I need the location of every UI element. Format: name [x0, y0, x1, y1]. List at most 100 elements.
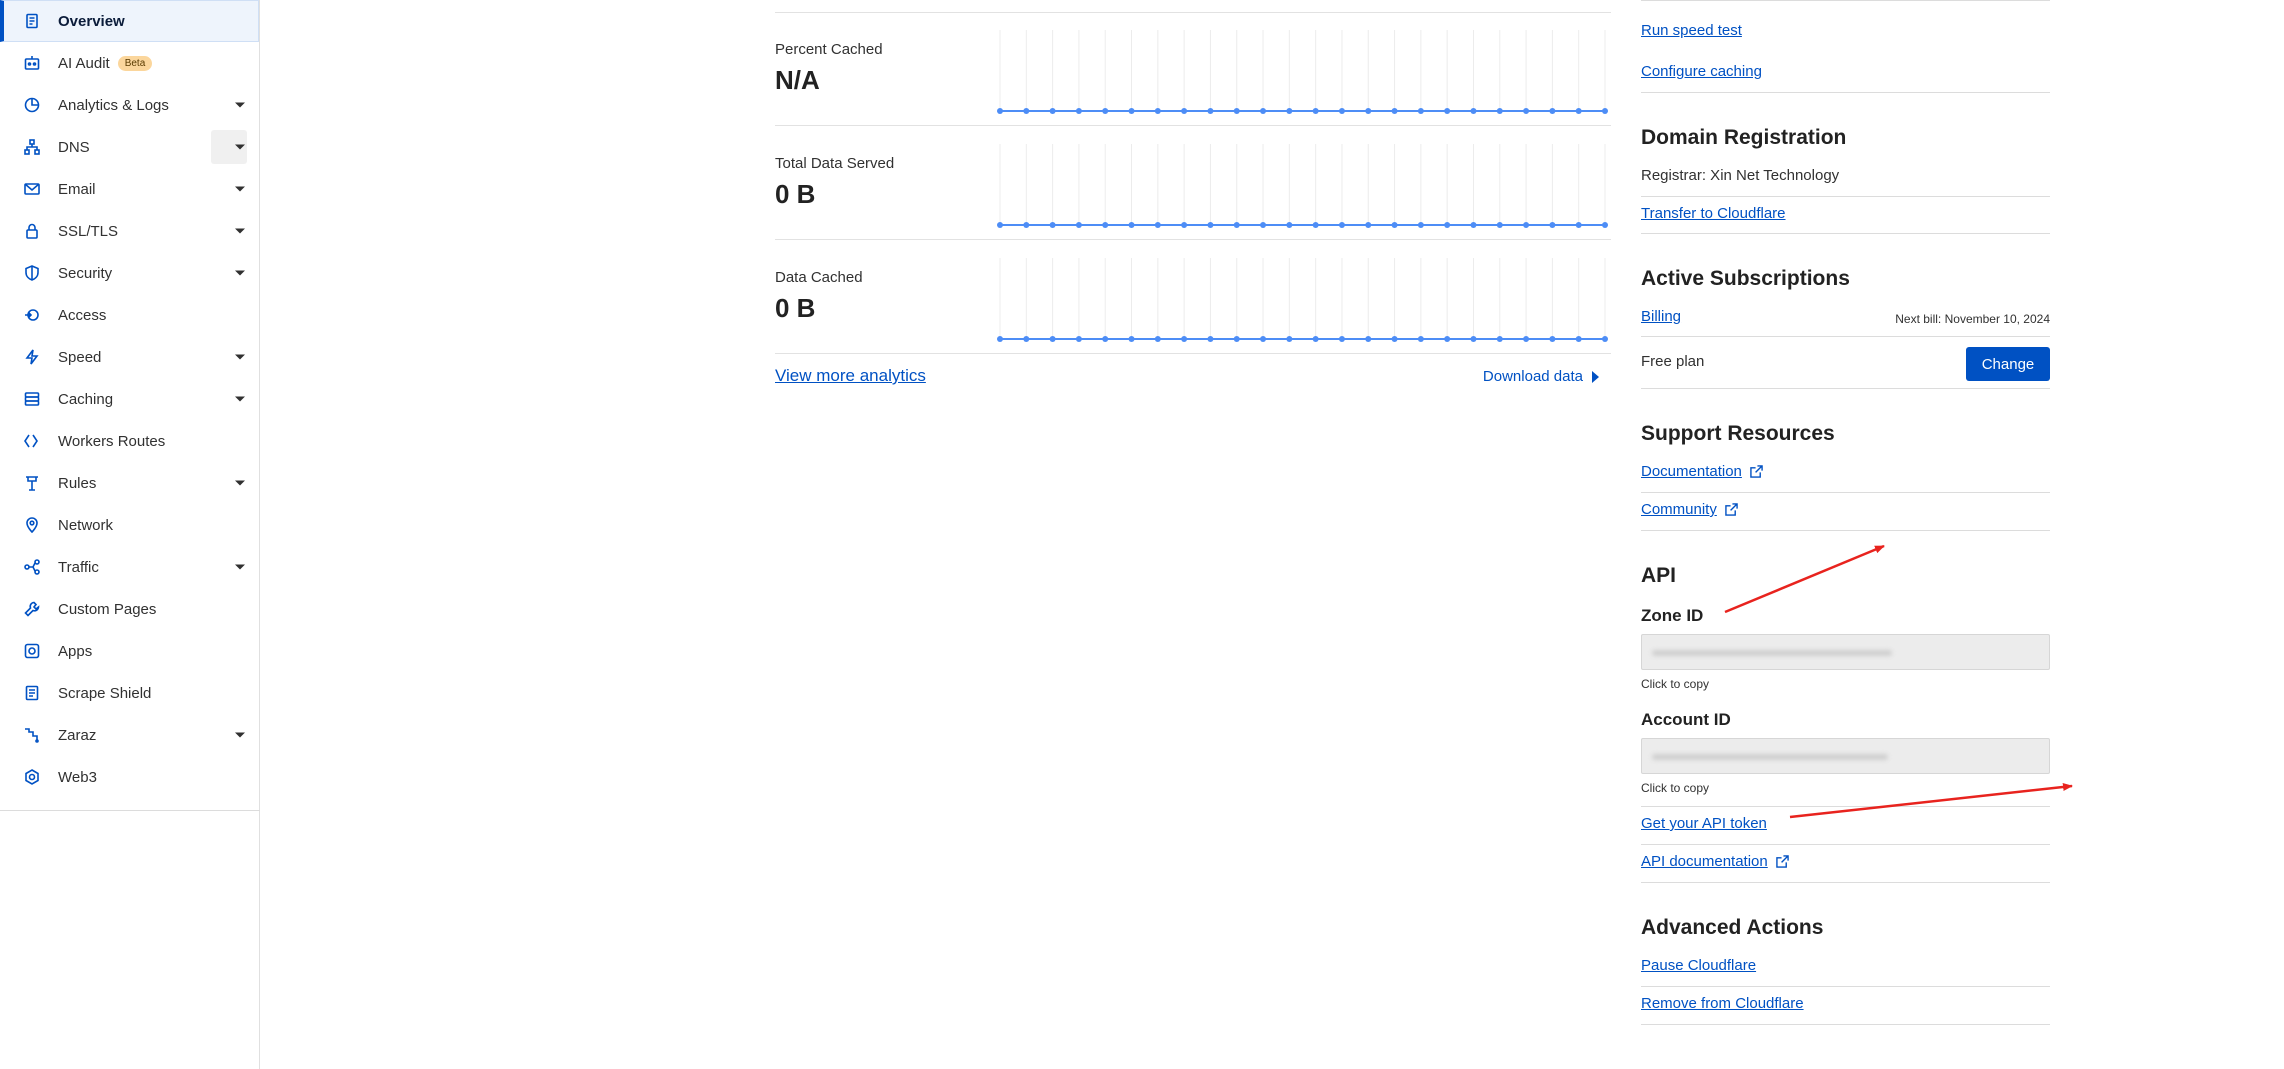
ai-audit-icon [24, 55, 40, 71]
data-point [1023, 108, 1030, 114]
shield-icon [24, 265, 40, 281]
workers-icon [24, 433, 40, 449]
data-point [1575, 108, 1582, 114]
data-point [1023, 336, 1030, 342]
chevron-down-icon[interactable] [235, 732, 245, 738]
sidebar-item-workers-routes[interactable]: Workers Routes [0, 420, 259, 462]
account-id-field[interactable] [1641, 738, 2050, 774]
chevron-down-icon[interactable] [235, 270, 245, 276]
redacted-value [1652, 754, 1888, 760]
billing-link[interactable]: Billing [1641, 308, 1681, 325]
configure-caching-link[interactable]: Configure caching [1641, 63, 1762, 80]
data-point [1312, 222, 1319, 228]
data-point [1260, 336, 1267, 342]
sidebar-item-traffic[interactable]: Traffic [0, 546, 259, 588]
data-point [1602, 108, 1608, 114]
wrench-icon [24, 601, 40, 617]
dns-icon [24, 139, 40, 155]
chevron-down-icon[interactable] [235, 480, 245, 486]
sidebar-item-overview[interactable]: Overview [0, 0, 259, 42]
api-documentation-link[interactable]: API documentation [1641, 853, 1789, 870]
data-point [1181, 108, 1188, 114]
run-speed-test-link[interactable]: Run speed test [1641, 22, 1742, 39]
data-point [1602, 222, 1608, 228]
chevron-down-icon[interactable] [235, 354, 245, 360]
change-plan-button[interactable]: Change [1966, 347, 2050, 381]
sidebar-item-security[interactable]: Security [0, 252, 259, 294]
chevron-down-icon[interactable] [235, 396, 245, 402]
sidebar-item-web3[interactable]: Web3 [0, 756, 259, 798]
view-more-analytics-link[interactable]: View more analytics [775, 366, 926, 386]
chevron-down-icon[interactable] [235, 228, 245, 234]
chevron-down-icon[interactable] [235, 102, 245, 108]
sidebar-item-speed[interactable]: Speed [0, 336, 259, 378]
data-point [1233, 108, 1240, 114]
sidebar-item-label: AI Audit [58, 54, 110, 72]
sidebar-item-network[interactable]: Network [0, 504, 259, 546]
sparkline-chart [997, 144, 1608, 228]
annotation-arrow [1789, 783, 2073, 819]
data-point [1286, 108, 1293, 114]
data-point [1128, 108, 1135, 114]
metric-value: N/A [775, 65, 820, 95]
metric-label: Data Cached [775, 269, 863, 286]
documentation-label: Documentation [1641, 463, 1742, 480]
get-api-token-link[interactable]: Get your API token [1641, 815, 1767, 832]
data-point [1523, 222, 1530, 228]
zone-id-label: Zone ID [1641, 606, 1704, 625]
data-point [1549, 222, 1556, 228]
sidebar-item-ssl-tls[interactable]: SSL/TLS [0, 210, 259, 252]
sidebar-item-dns[interactable]: DNS [0, 126, 259, 168]
next-bill-text: Next bill: November 10, 2024 [1895, 312, 2050, 326]
sidebar-item-ai-audit[interactable]: AI Audit Beta [0, 42, 259, 84]
sidebar-item-caching[interactable]: Caching [0, 378, 259, 420]
data-point [1523, 336, 1530, 342]
chevron-down-icon[interactable] [235, 144, 245, 150]
data-point [1470, 108, 1477, 114]
account-id-copy-hint: Click to copy [1641, 781, 1710, 795]
sidebar-item-scrape-shield[interactable]: Scrape Shield [0, 672, 259, 714]
sidebar-item-zaraz[interactable]: Zaraz [0, 714, 259, 756]
sidebar-item-label: Traffic [58, 558, 99, 576]
sidebar-item-rules[interactable]: Rules [0, 462, 259, 504]
sidebar-item-label: Custom Pages [58, 600, 157, 618]
data-point [1470, 222, 1477, 228]
sidebar-item-label: Scrape Shield [58, 684, 152, 702]
pause-cloudflare-link[interactable]: Pause Cloudflare [1641, 957, 1756, 974]
transfer-to-cloudflare-link[interactable]: Transfer to Cloudflare [1641, 205, 1786, 222]
sidebar-item-apps[interactable]: Apps [0, 630, 259, 672]
sidebar-item-label: Zaraz [58, 726, 97, 744]
data-point [1470, 336, 1477, 342]
download-data-button[interactable]: Download data [1483, 368, 1599, 385]
chevron-down-icon[interactable] [235, 564, 245, 570]
data-point [1417, 222, 1424, 228]
sidebar-item-access[interactable]: Access [0, 294, 259, 336]
sidebar-item-label: Analytics & Logs [58, 96, 169, 114]
sidebar-item-label: DNS [58, 138, 90, 156]
data-point [1391, 222, 1398, 228]
community-link[interactable]: Community [1641, 501, 1738, 518]
external-link-icon [1725, 503, 1738, 516]
beta-badge: Beta [117, 55, 153, 71]
data-point [1338, 222, 1345, 228]
sidebar-item-analytics-logs[interactable]: Analytics & Logs [0, 84, 259, 126]
data-point [1154, 336, 1161, 342]
documentation-link[interactable]: Documentation [1641, 463, 1763, 480]
data-point [1312, 336, 1319, 342]
sidebar-item-label: Overview [58, 12, 125, 30]
lightning-icon [24, 349, 40, 365]
chevron-down-icon[interactable] [235, 186, 245, 192]
sidebar-item-custom-pages[interactable]: Custom Pages [0, 588, 259, 630]
sidebar-item-label: SSL/TLS [58, 222, 119, 240]
sparkline-chart [997, 30, 1608, 114]
registrar-text: Registrar: Xin Net Technology [1641, 167, 1840, 184]
zaraz-icon [24, 727, 40, 743]
data-point [1286, 222, 1293, 228]
sidebar-item-email[interactable]: Email [0, 168, 259, 210]
remove-from-cloudflare-link[interactable]: Remove from Cloudflare [1641, 995, 1804, 1012]
data-point [1575, 222, 1582, 228]
advanced-actions-title: Advanced Actions [1641, 916, 1824, 939]
data-point [1207, 108, 1214, 114]
zone-id-field[interactable] [1641, 634, 2050, 670]
data-point [1207, 336, 1214, 342]
